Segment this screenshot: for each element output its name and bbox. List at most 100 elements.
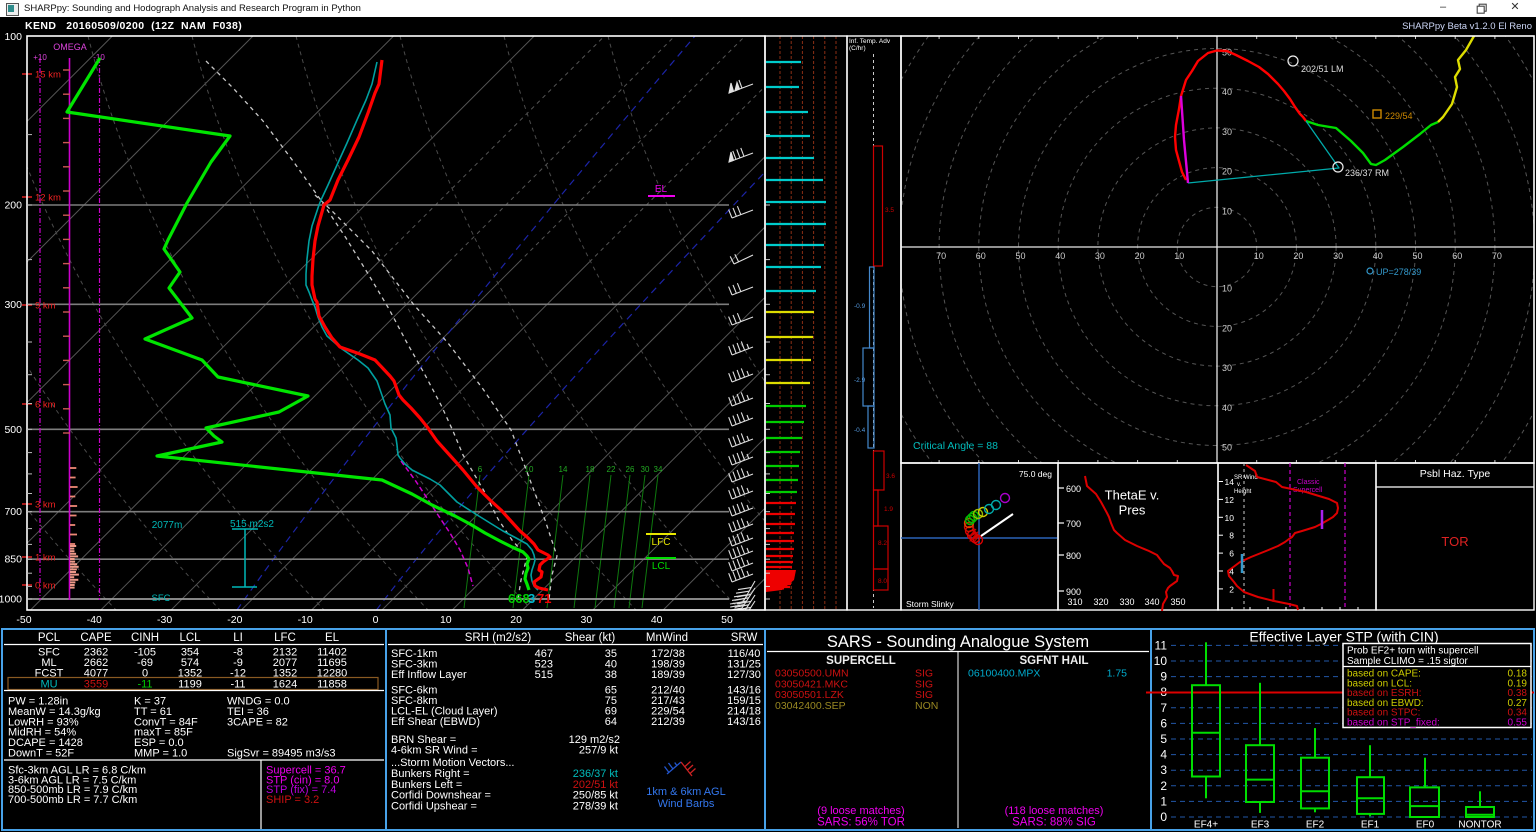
svg-text:2077m: 2077m [152, 520, 183, 531]
svg-text:-0.9: -0.9 [854, 303, 866, 310]
svg-text:18: 18 [586, 465, 595, 474]
svg-text:3.5: 3.5 [885, 207, 894, 214]
svg-text:MMP = 1.0: MMP = 1.0 [134, 748, 187, 760]
svg-text:UP=278/39: UP=278/39 [1376, 267, 1421, 277]
svg-text:34: 34 [654, 465, 663, 474]
svg-text:40: 40 [1222, 87, 1232, 97]
svg-text:3 km: 3 km [35, 500, 56, 511]
svg-text:1000: 1000 [0, 594, 22, 606]
svg-text:1 km: 1 km [35, 553, 56, 564]
svg-text:06100400.MPX: 06100400.MPX [968, 668, 1040, 680]
svg-text:8.2: 8.2 [878, 540, 887, 547]
svg-text:v.: v. [1237, 482, 1242, 488]
svg-text:EF1: EF1 [1361, 820, 1380, 831]
svg-text:10: 10 [1254, 251, 1264, 261]
svg-text:350: 350 [1170, 597, 1185, 607]
svg-text:330: 330 [1119, 597, 1134, 607]
svg-text:DownT = 52F: DownT = 52F [8, 748, 74, 760]
svg-text:20: 20 [1293, 251, 1303, 261]
svg-text:700-500mb LR = 7.7 C/km: 700-500mb LR = 7.7 C/km [8, 794, 137, 806]
svg-text:1199: 1199 [178, 678, 202, 690]
svg-text:PCL: PCL [38, 632, 61, 644]
svg-text:-11: -11 [230, 678, 245, 690]
svg-text:10: 10 [1174, 251, 1184, 261]
svg-text:SARS - Sounding Analogue Syste: SARS - Sounding Analogue System [827, 633, 1089, 651]
svg-text:3: 3 [528, 591, 535, 606]
svg-text:40: 40 [1055, 251, 1065, 261]
svg-text:30: 30 [581, 614, 593, 626]
svg-text:6: 6 [478, 465, 483, 474]
svg-text:64: 64 [605, 716, 617, 728]
svg-text:310: 310 [1067, 597, 1082, 607]
svg-text:202/51 LM: 202/51 LM [1301, 64, 1344, 74]
svg-text:10: 10 [1222, 206, 1232, 216]
svg-text:1km & 6km AGL: 1km & 6km AGL [646, 786, 725, 798]
svg-text:0 km: 0 km [35, 581, 56, 592]
svg-text:Sample CLIMO = .15 sigtor: Sample CLIMO = .15 sigtor [1347, 656, 1469, 667]
svg-text:NON: NON [915, 700, 938, 712]
svg-text:1: 1 [1160, 794, 1167, 808]
svg-text:71: 71 [537, 591, 551, 606]
svg-text:11858: 11858 [317, 678, 347, 690]
svg-text:SGFNT HAIL: SGFNT HAIL [1020, 655, 1089, 667]
svg-text:SARS: 88% SIG: SARS: 88% SIG [1012, 817, 1096, 829]
svg-text:11: 11 [1155, 638, 1168, 652]
svg-text:340: 340 [1144, 597, 1159, 607]
svg-text:40: 40 [651, 614, 663, 626]
svg-text:LCL: LCL [652, 561, 671, 572]
svg-text:9 km: 9 km [35, 301, 56, 312]
svg-text:-30: -30 [157, 614, 172, 626]
svg-text:1.9: 1.9 [884, 506, 893, 513]
svg-text:Critical Angle = 88: Critical Angle = 88 [913, 440, 998, 452]
svg-text:70: 70 [1492, 251, 1502, 261]
svg-text:30: 30 [1222, 363, 1232, 373]
svg-text:EL: EL [325, 632, 340, 644]
svg-text:3CAPE = 82: 3CAPE = 82 [227, 716, 288, 728]
svg-text:2: 2 [1229, 584, 1234, 594]
svg-text:143/16: 143/16 [727, 716, 761, 728]
svg-text:4-6km SR Wind =: 4-6km SR Wind = [391, 745, 478, 757]
svg-text:10: 10 [1225, 513, 1235, 523]
svg-text:Inf. Temp. Adv: Inf. Temp. Adv [849, 38, 891, 45]
svg-text:127/30: 127/30 [727, 669, 761, 681]
svg-text:900: 900 [1066, 587, 1081, 597]
svg-text:-20: -20 [227, 614, 242, 626]
svg-text:SRH (m2/s2): SRH (m2/s2) [465, 632, 532, 644]
svg-text:9: 9 [1160, 670, 1167, 684]
svg-text:10: 10 [440, 614, 452, 626]
svg-text:30: 30 [1222, 127, 1232, 137]
svg-text:+10: +10 [33, 53, 47, 62]
svg-text:30: 30 [1095, 251, 1105, 261]
svg-text:4: 4 [1160, 748, 1167, 762]
svg-text:236/37 RM: 236/37 RM [1345, 168, 1389, 178]
svg-text:40: 40 [1222, 403, 1232, 413]
svg-text:14: 14 [559, 465, 568, 474]
svg-text:EF0: EF0 [1416, 820, 1435, 831]
svg-text:3559: 3559 [84, 678, 108, 690]
svg-text:38: 38 [605, 669, 617, 681]
svg-text:SHIP = 3.2: SHIP = 3.2 [266, 794, 319, 806]
svg-text:75.0 deg: 75.0 deg [1019, 469, 1052, 479]
svg-text:-2.9: -2.9 [854, 377, 866, 384]
svg-text:12: 12 [1225, 495, 1235, 505]
svg-text:(118 loose matches): (118 loose matches) [1005, 805, 1104, 817]
svg-text:TOR: TOR [1441, 534, 1468, 549]
svg-text:Shear (kt): Shear (kt) [565, 632, 616, 644]
svg-text:6: 6 [1160, 716, 1167, 730]
svg-text:100: 100 [4, 31, 22, 43]
svg-text:EF4+: EF4+ [1194, 820, 1218, 831]
svg-text:MU: MU [40, 678, 57, 690]
svg-text:189/39: 189/39 [651, 669, 685, 681]
svg-text:ThetaE v.: ThetaE v. [1105, 488, 1160, 503]
svg-text:(9 loose matches): (9 loose matches) [817, 805, 904, 817]
svg-text:1624: 1624 [273, 678, 297, 690]
svg-text:0: 0 [1160, 810, 1167, 824]
svg-text:700: 700 [4, 506, 22, 518]
svg-text:14: 14 [1225, 477, 1235, 487]
svg-text:50: 50 [1412, 251, 1422, 261]
svg-text:300: 300 [4, 299, 22, 311]
svg-text:2: 2 [1160, 779, 1167, 793]
svg-text:600: 600 [1066, 484, 1081, 494]
svg-text:515: 515 [535, 669, 553, 681]
svg-text:LFC: LFC [274, 632, 296, 644]
